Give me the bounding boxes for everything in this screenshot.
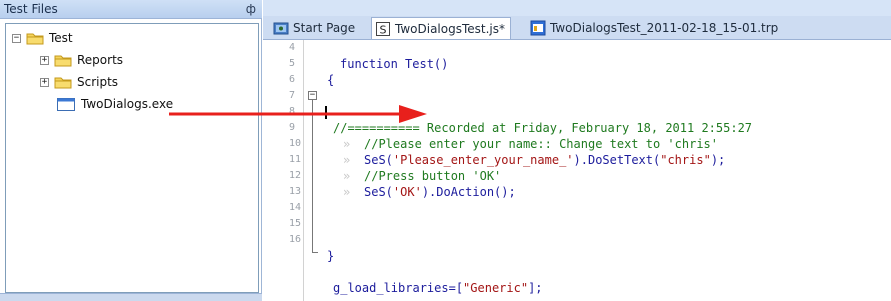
- code-token: ).DoAction();: [421, 185, 516, 199]
- line-number: 10: [289, 138, 302, 149]
- line-number: 7: [289, 90, 296, 101]
- tree-item-test[interactable]: − Test: [12, 29, 73, 47]
- indent-marker: »: [343, 137, 351, 151]
- folder-icon: [26, 32, 44, 45]
- pin-icon[interactable]: ф: [246, 0, 256, 19]
- indent-marker: »: [343, 185, 351, 199]
- editor-area: Start Page S TwoDialogsTest.js* TwoDialo…: [263, 0, 891, 301]
- code-token: ).DoSetText(: [573, 153, 661, 167]
- test-files-panel: Test Files ф − Test + Reports + Scripts: [0, 0, 262, 301]
- code-token: g_load_libraries=[: [333, 281, 464, 295]
- svg-text:S: S: [380, 23, 387, 36]
- code-token: ];: [528, 281, 543, 295]
- tree-item-label: Test: [49, 31, 73, 45]
- line-number: 15: [289, 218, 302, 229]
- code-string: "Generic": [463, 281, 529, 295]
- expand-icon[interactable]: +: [40, 55, 49, 65]
- tab-start-page[interactable]: Start Page: [270, 17, 360, 39]
- panel-title: Test Files ф: [0, 0, 262, 19]
- script-icon: S: [375, 21, 391, 37]
- line-number: 5: [289, 58, 296, 69]
- expand-icon[interactable]: +: [40, 77, 49, 87]
- tab-twodialogstest-js[interactable]: S TwoDialogsTest.js*: [371, 17, 512, 39]
- folder-icon: [54, 54, 72, 67]
- file-tree: − Test + Reports + Scripts TwoDialogs.ex…: [5, 23, 259, 293]
- line-number: 11: [289, 154, 302, 165]
- tab-bar: Start Page S TwoDialogsTest.js* TwoDialo…: [263, 16, 891, 40]
- tree-item-twodialogs-exe[interactable]: TwoDialogs.exe: [57, 95, 173, 113]
- tree-item-scripts[interactable]: + Scripts: [40, 73, 118, 91]
- code-line-16: g_load_libraries=["Generic"];: [333, 280, 543, 296]
- line-number: 16: [289, 234, 302, 245]
- exe-icon: [57, 97, 75, 111]
- panel-bottom-strip: [0, 293, 262, 301]
- folder-icon: [54, 76, 72, 89]
- code-string: 'OK': [392, 185, 422, 199]
- code-token: );: [710, 153, 726, 167]
- drag-arrow-icon: [169, 105, 427, 123]
- code-editor[interactable]: 4 5 6 7 8 9 10 11 12 13 14 15 16 − funct…: [263, 40, 891, 301]
- tab-label: Start Page: [293, 21, 356, 35]
- trp-icon: [530, 20, 546, 36]
- indent-marker: »: [343, 169, 351, 183]
- tree-item-label: Scripts: [77, 75, 119, 89]
- code-token: SeS(: [364, 185, 393, 199]
- tab-trp-file[interactable]: TwoDialogsTest_2011-02-18_15-01.trp: [527, 17, 783, 39]
- code-string: "chris": [660, 153, 711, 167]
- line-number: 14: [289, 202, 302, 213]
- line-number: 4: [289, 42, 296, 53]
- fold-collapse-icon[interactable]: −: [308, 91, 317, 100]
- code-line-6: {: [327, 73, 335, 87]
- code-line-9: //Please enter your name:: Change text t…: [364, 137, 719, 151]
- start-page-icon: [273, 20, 289, 36]
- tab-label: TwoDialogsTest.js*: [395, 21, 506, 36]
- code-line-11: //Press button 'OK': [364, 169, 502, 183]
- code-line-10: SeS('Please_enter_your_name_').DoSetText…: [364, 152, 725, 168]
- code-token: SeS(: [364, 153, 393, 167]
- line-number: 6: [289, 74, 296, 85]
- code-string: 'Please_enter_your_name_': [392, 153, 574, 167]
- collapse-icon[interactable]: −: [12, 33, 21, 43]
- tree-item-label: Reports: [77, 53, 124, 67]
- tab-label: TwoDialogsTest_2011-02-18_15-01.trp: [550, 21, 779, 35]
- fold-guide-end: [312, 252, 318, 253]
- line-number-gutter: 4 5 6 7 8 9 10 11 12 13 14 15 16: [263, 40, 304, 301]
- code-line-12: SeS('OK').DoAction();: [364, 184, 516, 200]
- tree-item-label: TwoDialogs.exe: [81, 97, 174, 111]
- tree-item-reports[interactable]: + Reports: [40, 51, 123, 69]
- line-number: 12: [289, 170, 302, 181]
- panel-title-text: Test Files: [4, 2, 58, 16]
- line-number: 13: [289, 186, 302, 197]
- code-line-14: }: [327, 249, 335, 263]
- code-line-5: function Test(): [340, 57, 449, 71]
- indent-marker: »: [343, 153, 351, 167]
